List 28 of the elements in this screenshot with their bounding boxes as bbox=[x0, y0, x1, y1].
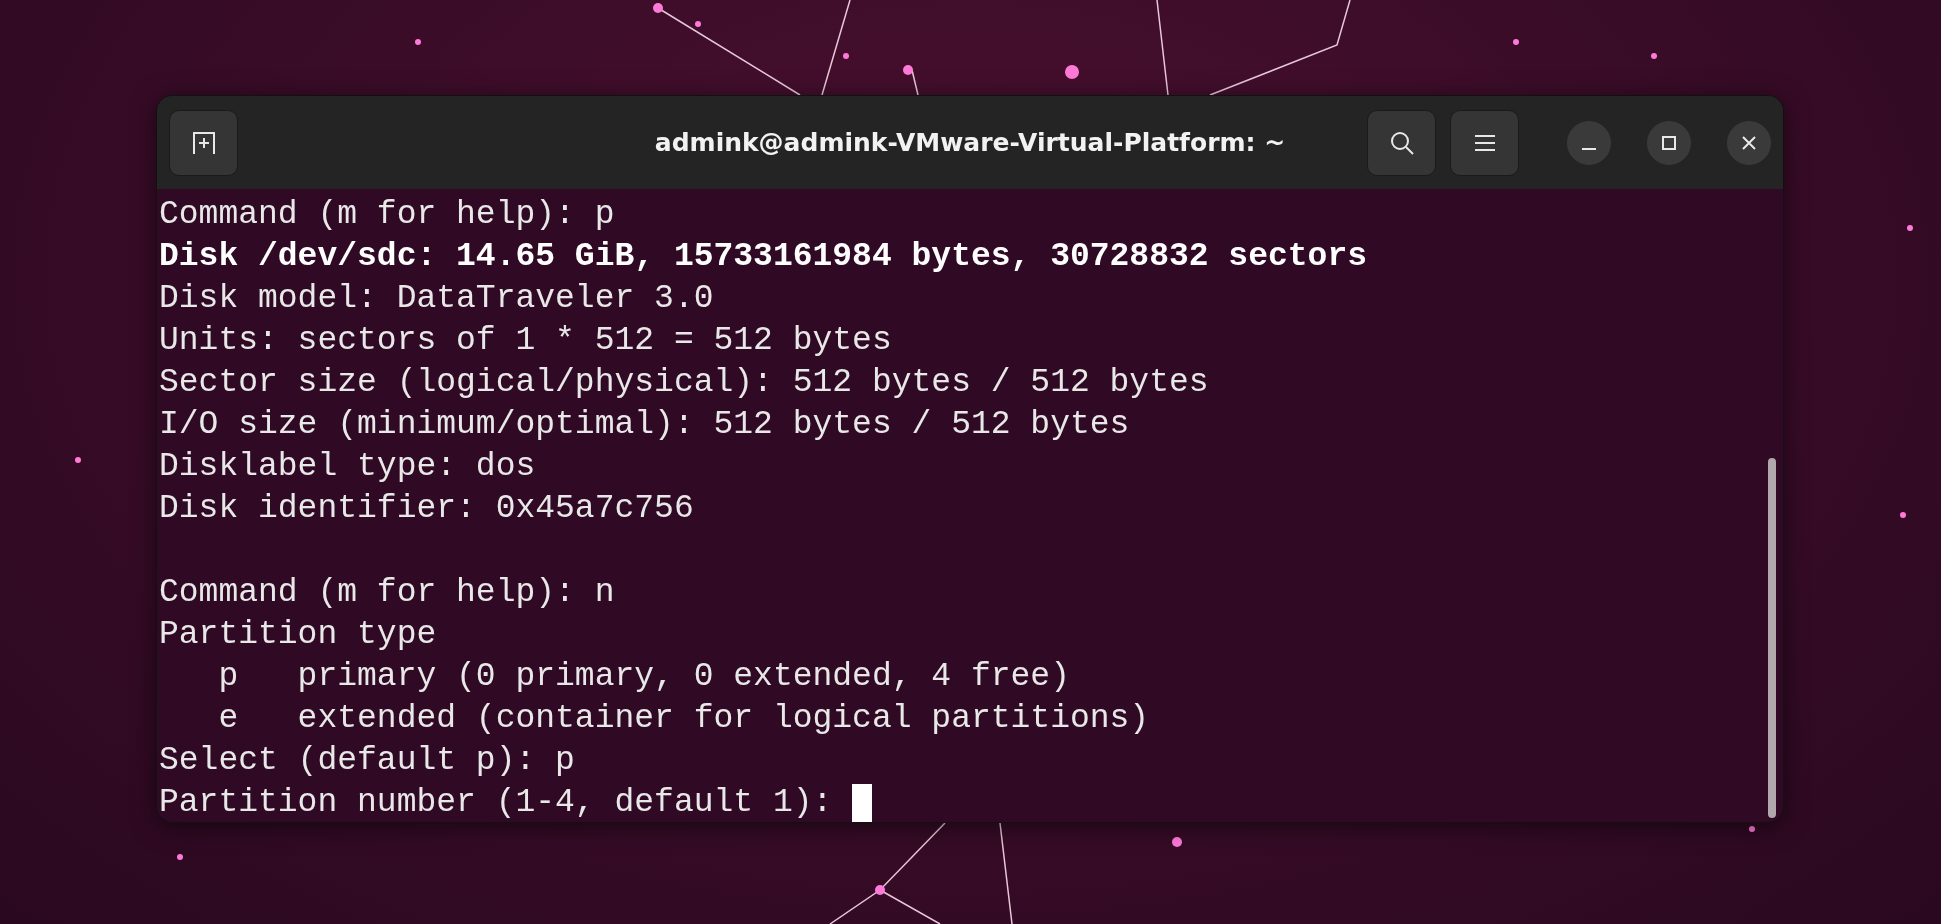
text-cursor bbox=[852, 784, 873, 822]
terminal-line: e extended (container for logical partitions) bbox=[217, 699, 1150, 739]
new-tab-icon bbox=[190, 129, 217, 156]
window-title: admink@admink-VMware-Virtual-Platform: ~ bbox=[654, 128, 1286, 157]
terminal-line: p primary (0 primary, 0 extended, 4 free) bbox=[217, 657, 1070, 697]
menu-icon bbox=[1473, 133, 1496, 152]
terminal-line: Partition number (1-4, default 1): bbox=[159, 783, 834, 822]
scrollbar-thumb[interactable] bbox=[1768, 458, 1776, 818]
terminal-line: Partition type bbox=[159, 615, 437, 655]
terminal-line: Disklabel type: dos bbox=[159, 447, 536, 487]
terminal-line: Disk /dev/sdc: 14.65 GiB, 15733161984 bytes, 30728832 sectors bbox=[159, 237, 1367, 277]
minimize-icon bbox=[1582, 147, 1596, 150]
close-icon bbox=[1742, 135, 1756, 150]
terminal-line: Command (m for help): n bbox=[159, 573, 615, 613]
terminal-line: I/O size (minimum/optimal): 512 bytes / 512 bytes bbox=[159, 405, 1130, 445]
terminal-line: Sector size (logical/physical): 512 bytes / 512 bytes bbox=[159, 363, 1209, 403]
terminal-line: Select (default p): p bbox=[159, 741, 575, 781]
terminal-line: Disk identifier: 0x45a7c756 bbox=[159, 489, 694, 529]
maximize-button[interactable] bbox=[1647, 120, 1691, 165]
menu-button[interactable] bbox=[1450, 109, 1519, 176]
close-button[interactable] bbox=[1727, 120, 1771, 165]
new-tab-button[interactable] bbox=[169, 109, 238, 176]
terminal-line: Units: sectors of 1 * 512 = 512 bytes bbox=[159, 321, 892, 361]
search-icon bbox=[1388, 129, 1415, 156]
search-button[interactable] bbox=[1367, 109, 1436, 176]
terminal-line: Command (m for help): p bbox=[159, 195, 615, 235]
terminal-line: Disk model: DataTraveler 3.0 bbox=[159, 279, 714, 319]
maximize-icon bbox=[1662, 135, 1676, 150]
